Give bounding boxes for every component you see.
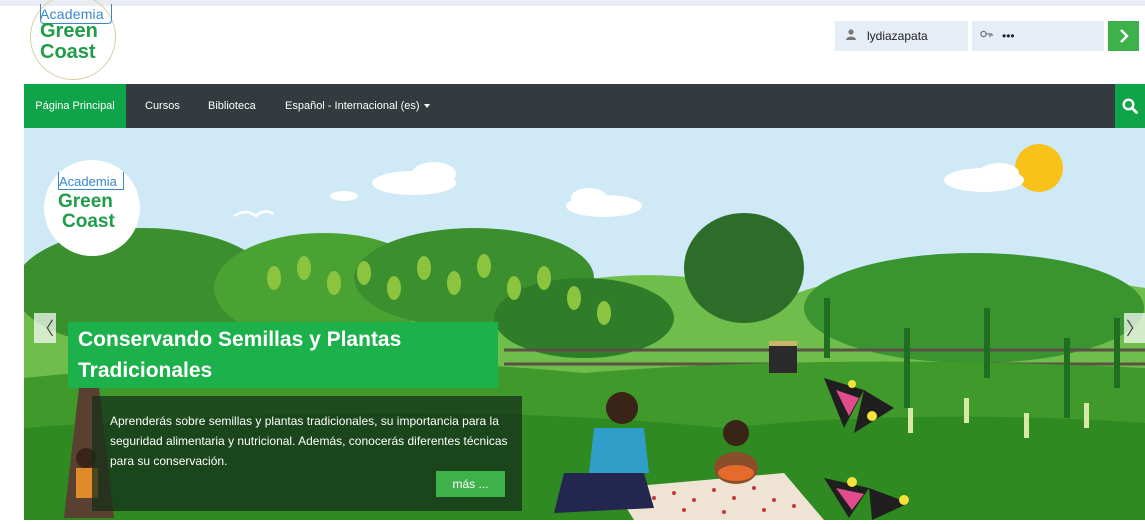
hero-slider: Academia Green Coast 〈 〉 Conservando Sem… — [24, 128, 1145, 520]
nav-courses[interactable]: Cursos — [145, 84, 180, 128]
user-icon — [845, 29, 857, 43]
logo-line2: Green — [40, 20, 98, 42]
chevron-left-icon: 〈 — [36, 319, 54, 339]
chevron-right-icon — [1119, 29, 1129, 43]
nav-home[interactable]: Página Principal — [24, 84, 126, 128]
logo-line3: Coast — [40, 41, 96, 63]
nav-courses-label: Cursos — [145, 100, 180, 112]
caret-down-icon — [423, 104, 430, 108]
login-submit-button[interactable] — [1108, 21, 1139, 51]
nav-language-label: Español - Internacional (es) — [285, 100, 420, 112]
key-icon — [980, 29, 993, 43]
nav-library[interactable]: Biblioteca — [208, 84, 256, 128]
password-value: ••• — [1002, 29, 1015, 43]
hero-logo-line2: Green — [58, 191, 113, 212]
nav-language-menu[interactable]: Español - Internacional (es) — [285, 84, 430, 128]
hero-logo-line3: Coast — [62, 211, 115, 232]
slide-description: Aprenderás sobre semillas y plantas trad… — [110, 414, 508, 468]
search-icon — [1122, 98, 1138, 114]
more-button[interactable]: más ... — [436, 471, 505, 497]
nav-library-label: Biblioteca — [208, 100, 256, 112]
site-logo[interactable]: Academia Green Coast — [30, 0, 126, 84]
slider-next-button[interactable]: 〉 — [1124, 313, 1145, 343]
slider-prev-button[interactable]: 〈 — [34, 313, 56, 343]
nav-home-label: Página Principal — [35, 100, 115, 112]
password-field[interactable]: ••• — [972, 21, 1104, 51]
slide-title: Conservando Semillas y Plantas Tradicion… — [68, 322, 498, 388]
username-value: lydiazapata — [867, 29, 928, 43]
hero-logo-line1: Academia — [59, 174, 117, 189]
search-button[interactable] — [1115, 84, 1145, 128]
hero-logo: Academia Green Coast — [44, 160, 140, 256]
main-navbar: Página Principal Cursos Biblioteca Españ… — [24, 84, 1145, 128]
chevron-right-icon: 〉 — [1126, 319, 1144, 339]
username-field[interactable]: lydiazapata — [835, 21, 968, 51]
